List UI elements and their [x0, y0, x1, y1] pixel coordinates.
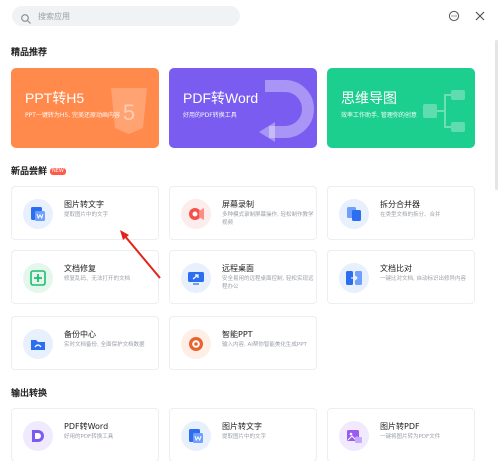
card-title: PDF转Word	[64, 422, 109, 431]
banner-subtitle: 效率工作助手, 管理你的创意	[341, 112, 417, 119]
split-merge-icon	[339, 199, 369, 229]
banner-subtitle: 好用的PDF转换工具	[183, 112, 237, 119]
card-desc: 一键将图片转为PDF文件	[380, 434, 441, 440]
remote-desktop-icon	[181, 263, 211, 293]
new-badge: NEW	[50, 168, 66, 175]
card-desc: 安全易用的远程桌面控制, 轻松实现远程办公	[222, 276, 314, 290]
card-desc: 提取图片中的文字	[222, 434, 267, 440]
top-bar: 搜索应用	[0, 0, 500, 32]
card-desc: 输入内容, AI帮你智能美化生成PPT	[222, 342, 307, 348]
section-title-featured: 精品推荐	[11, 48, 48, 58]
image-to-pdf-icon	[339, 421, 369, 451]
card-title: 图片转文字	[64, 200, 104, 209]
card-title: 图片转文字	[222, 422, 262, 431]
card-desc: 提取图片中的文字	[64, 212, 109, 218]
card-title: 屏幕录制	[222, 200, 254, 209]
card-title: 图片转PDF	[380, 422, 420, 431]
card-desc: 在类型文档的拆分、合并	[380, 212, 441, 218]
card-title: 文档修复	[64, 264, 96, 273]
search-input[interactable]: 搜索应用	[12, 6, 240, 26]
image-to-text-icon	[23, 199, 53, 229]
app-card-backup-center[interactable]: 备份中心 实时文档备份, 全面保护文档数据	[11, 316, 159, 370]
smart-ppt-icon	[181, 329, 211, 359]
search-placeholder: 搜索应用	[38, 11, 70, 21]
banner-subtitle: PPT一键转为H5, 完美还原动画内容	[25, 112, 121, 119]
card-desc: 修复乱码、无法打开的文档	[64, 276, 131, 282]
close-icon[interactable]	[474, 10, 486, 22]
card-desc: 实时文档备份, 全面保护文档数据	[64, 342, 145, 348]
card-title: 文档比对	[380, 264, 412, 273]
app-card-doc-repair[interactable]: 文档修复 修复乱码、无法打开的文档	[11, 250, 159, 304]
image-to-text-icon	[181, 421, 211, 451]
pdf-to-word-icon	[23, 421, 53, 451]
app-card-screen-record[interactable]: 屏幕录制 多种模式录制屏幕操作, 轻松制作教学视频	[169, 186, 317, 240]
chat-icon[interactable]	[448, 10, 460, 22]
app-card-image-to-pdf[interactable]: 图片转PDF 一键将图片转为PDF文件	[327, 408, 475, 461]
search-icon	[20, 10, 32, 24]
banner-title: PPT转H5	[25, 90, 85, 106]
convert-arrow-icon	[259, 80, 314, 142]
app-card-smart-ppt[interactable]: 智能PPT 输入内容, AI帮你智能美化生成PPT	[169, 316, 317, 370]
app-card-remote-desktop[interactable]: 远程桌面 安全易用的远程桌面控制, 轻松实现远程办公	[169, 250, 317, 304]
section-title-new: 新品尝鲜 NEW	[11, 167, 66, 177]
card-title: 备份中心	[64, 330, 96, 339]
card-desc: 好用的PDF转换工具	[64, 434, 114, 440]
card-desc: 多种模式录制屏幕操作, 轻松制作教学视频	[222, 212, 314, 226]
banner-pdf-to-word[interactable]: PDF转Word 好用的PDF转换工具	[169, 68, 317, 148]
card-title: 拆分合并器	[380, 200, 420, 209]
banner-title: 思维导图	[341, 90, 397, 106]
banner-mind-map[interactable]: 思维导图 效率工作助手, 管理你的创意	[327, 68, 475, 148]
doc-compare-icon	[339, 263, 369, 293]
app-card-image-to-text-output[interactable]: 图片转文字 提取图片中的文字	[169, 408, 317, 461]
banner-ppt-to-h5[interactable]: 5 PPT转H5 PPT一键转为H5, 完美还原动画内容	[11, 68, 159, 148]
card-title: 智能PPT	[222, 330, 253, 339]
app-card-split-merge[interactable]: 拆分合并器 在类型文档的拆分、合并	[327, 186, 475, 240]
app-card-image-to-text[interactable]: 图片转文字 提取图片中的文字	[11, 186, 159, 240]
banner-title: PDF转Word	[183, 90, 259, 106]
app-card-pdf-to-word[interactable]: PDF转Word 好用的PDF转换工具	[11, 408, 159, 461]
screen-record-icon	[181, 199, 211, 229]
card-desc: 一键比对文档, 自动标识出修异内容	[380, 276, 466, 282]
backup-icon	[23, 329, 53, 359]
scrollbar[interactable]	[495, 40, 498, 190]
app-card-doc-compare[interactable]: 文档比对 一键比对文档, 自动标识出修异内容	[327, 250, 475, 304]
section-title-output: 输出转换	[11, 389, 48, 399]
card-title: 远程桌面	[222, 264, 254, 273]
doc-repair-icon	[23, 263, 53, 293]
